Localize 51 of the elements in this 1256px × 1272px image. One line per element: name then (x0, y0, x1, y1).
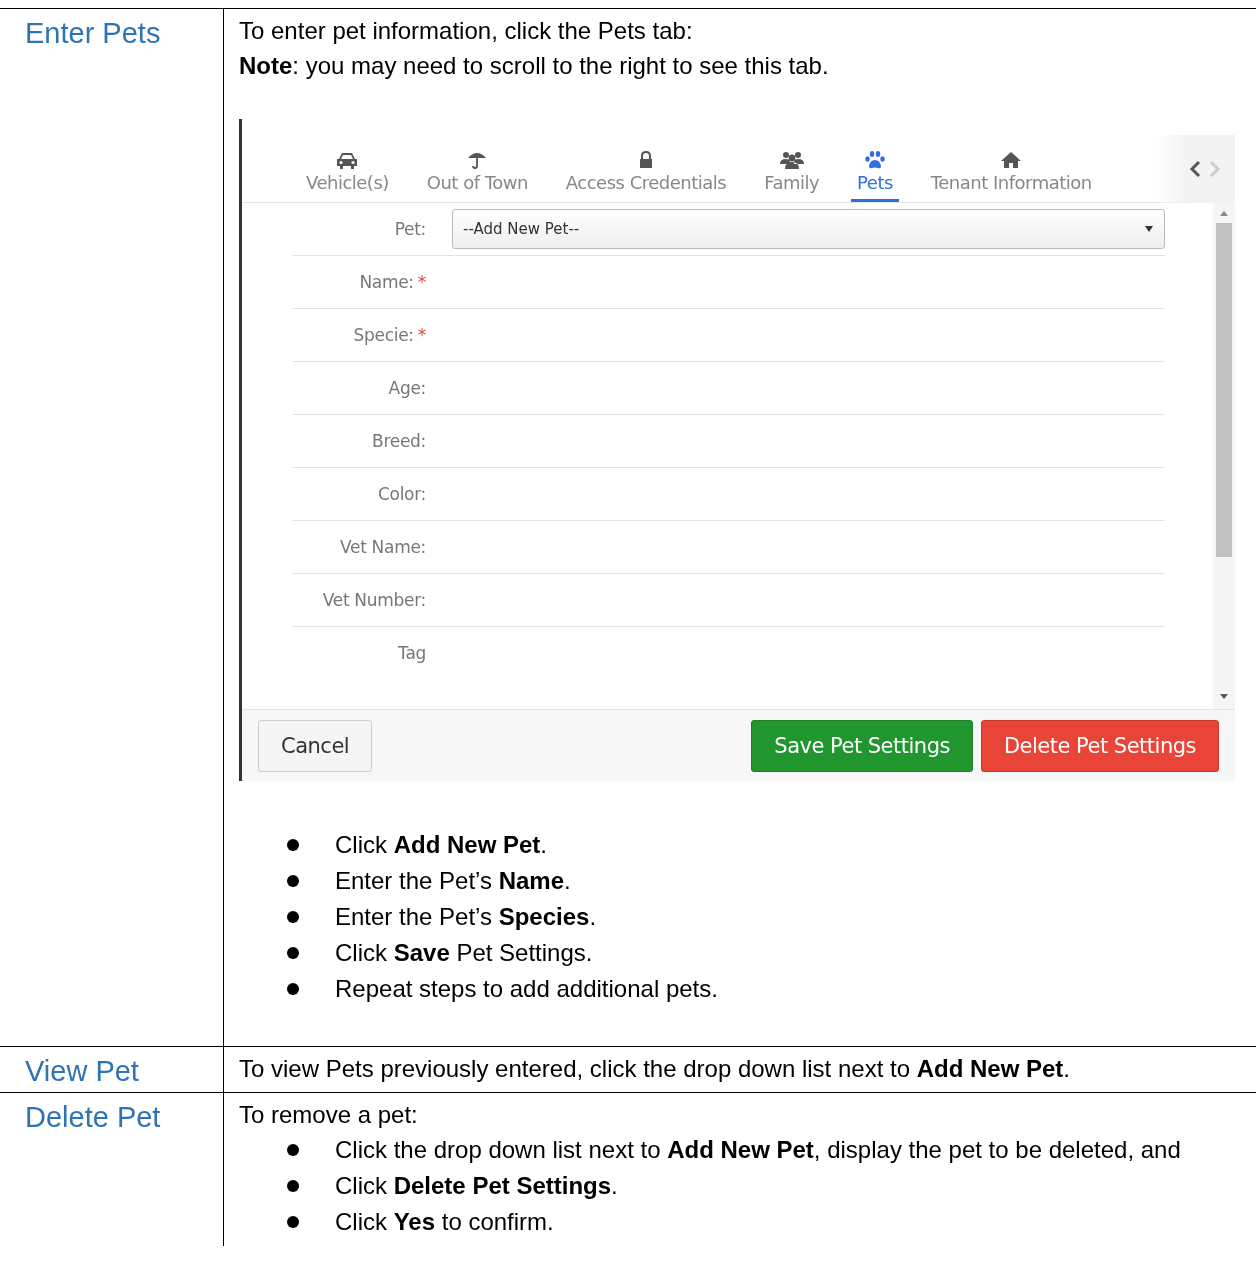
list-item: Click Add New Pet. (335, 830, 548, 860)
chevron-left-icon[interactable] (1189, 160, 1201, 178)
cancel-button[interactable]: Cancel (258, 719, 373, 772)
delete-button[interactable]: Delete Pet Settings (980, 719, 1219, 772)
caret-down-icon[interactable] (1219, 693, 1229, 701)
field-label: Color: (377, 484, 426, 504)
field-label: Tag (397, 643, 426, 663)
bullet-icon (287, 911, 299, 923)
tab[interactable]: Family (758, 150, 826, 202)
field-label: Age: (387, 378, 426, 398)
bullet-icon (287, 839, 299, 851)
people-icon (778, 150, 805, 170)
lock-icon (638, 150, 654, 170)
paw-icon (863, 150, 886, 170)
tab[interactable]: Out of Town (420, 150, 534, 202)
scrollbar[interactable] (1213, 203, 1235, 709)
house-icon (1000, 150, 1023, 170)
paragraph: To view Pets previously entered, click the drop down list next to Add New Pet. (239, 1054, 1071, 1084)
field-label: Name: * (358, 272, 426, 292)
section-heading: Enter Pets (25, 17, 161, 50)
section-heading: View Pet (25, 1055, 139, 1088)
bullet-icon (287, 1144, 299, 1156)
caret-up-icon[interactable] (1219, 209, 1229, 217)
bullet-icon (287, 947, 299, 959)
field-label: Breed: (371, 431, 426, 451)
caret-down-icon (1144, 225, 1154, 233)
bullet-icon (287, 875, 299, 887)
bullet-icon (287, 1180, 299, 1192)
list-item: Click Save Pet Settings. (335, 938, 593, 968)
paragraph: To remove a pet: (239, 1100, 418, 1130)
list-item: Enter the Pet’s Name. (335, 866, 571, 896)
field-label: Vet Name: (338, 537, 426, 557)
tab[interactable]: Tenant Information (924, 150, 1098, 202)
bullet-icon (287, 983, 299, 995)
list-item: Repeat steps to add additional pets. (335, 974, 718, 1004)
bullet-icon (287, 1216, 299, 1228)
field-label: Pet: (393, 219, 426, 239)
list-item: Click the drop down list next to Add New Pet, display the pet to be deleted, and (335, 1135, 1181, 1165)
field-label: Vet Number: (321, 590, 426, 610)
tab[interactable]: Pets (851, 150, 899, 202)
field-label: Specie: * (352, 325, 426, 345)
pet-dropdown[interactable]: --Add New Pet-- (452, 209, 1165, 249)
paragraph: To enter pet information, click the Pets tab: (239, 16, 693, 46)
list-item: Click Yes to confirm. (335, 1207, 554, 1237)
section-heading: Delete Pet (25, 1101, 161, 1134)
tab[interactable]: Access Credentials (559, 150, 733, 202)
paragraph: Note: you may need to scroll to the right to see this tab. (239, 51, 829, 81)
tab[interactable]: Vehicle(s) (300, 150, 395, 202)
save-button[interactable]: Save Pet Settings (751, 719, 973, 772)
list-item: Enter the Pet’s Species. (335, 902, 597, 932)
list-item: Click Delete Pet Settings. (335, 1171, 618, 1201)
